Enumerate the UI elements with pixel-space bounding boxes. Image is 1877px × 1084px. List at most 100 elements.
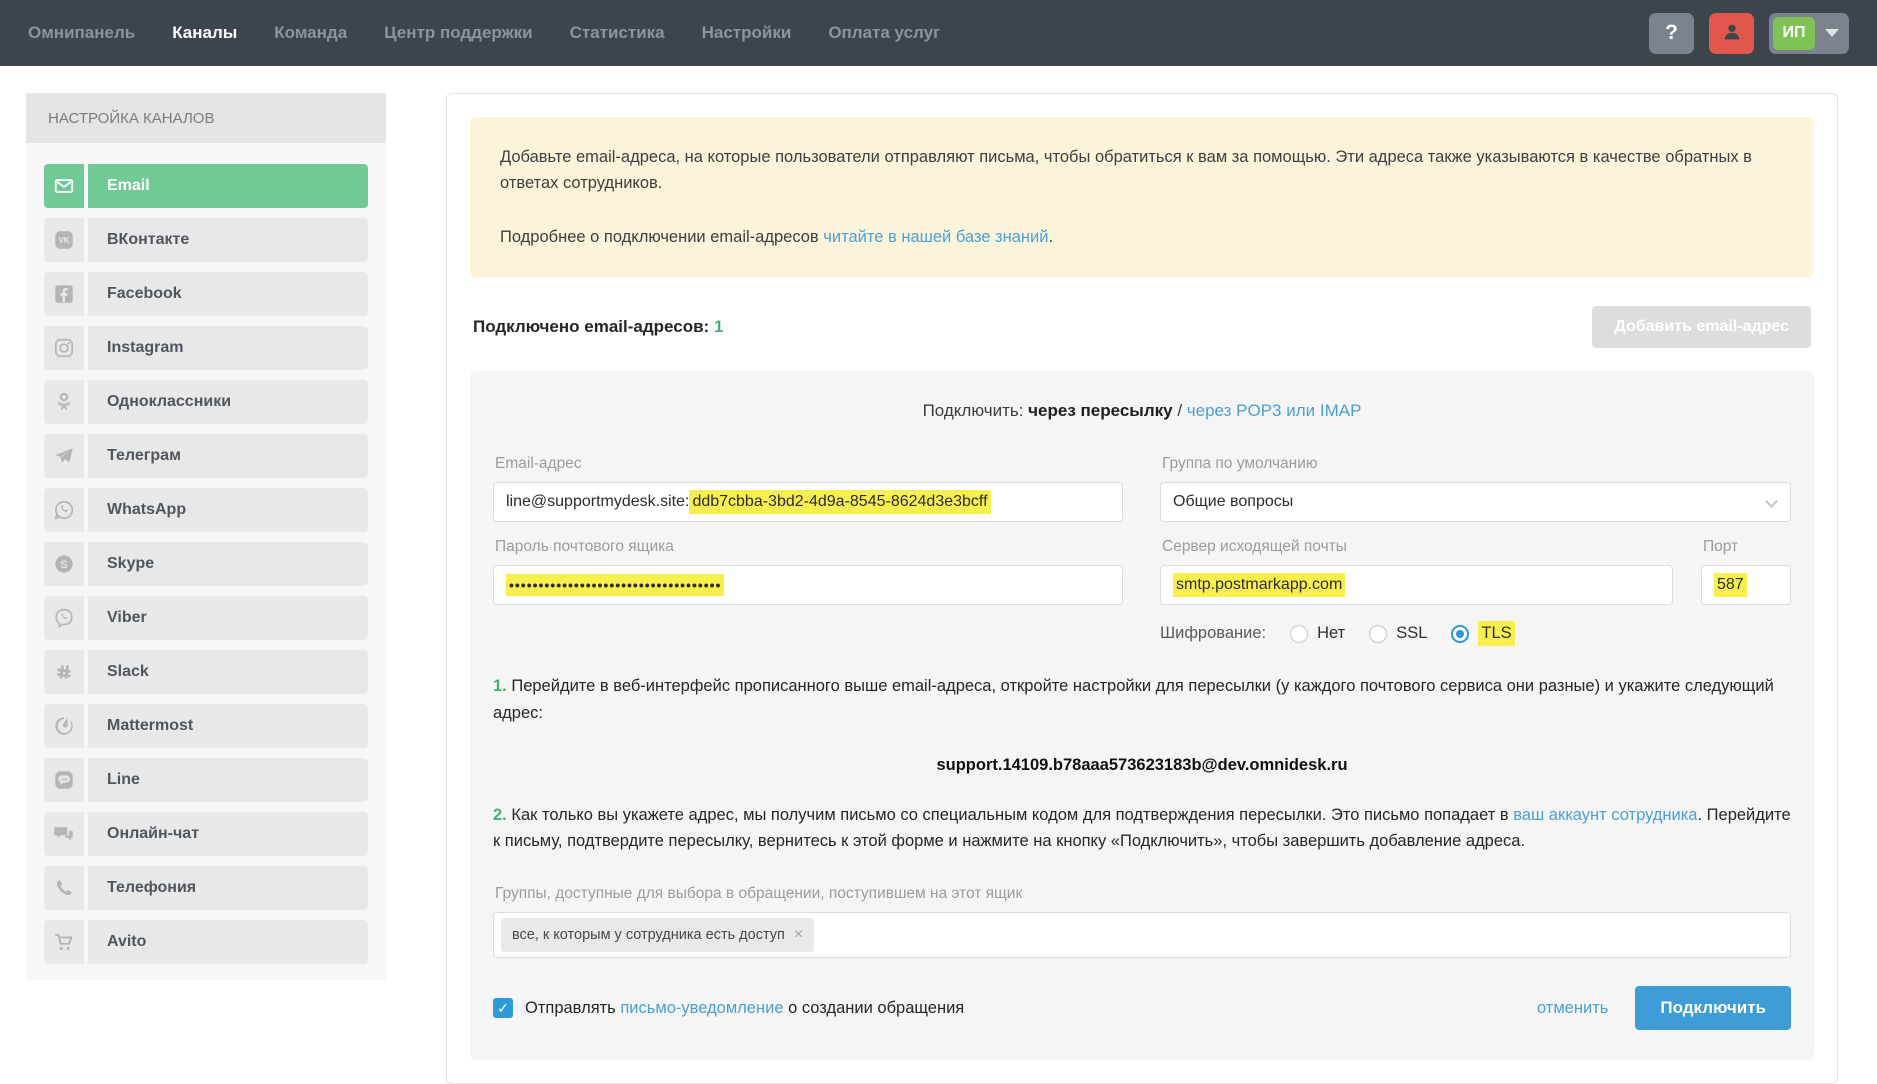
channel-label: Line [88,758,368,802]
sidebar-item-email[interactable]: Email [44,164,368,208]
connect-mode-tabs: Подключить: через пересылку / через POP3… [493,401,1791,421]
nav-item-центр-поддержки[interactable]: Центр поддержки [384,23,532,43]
group-tag-label: все, к которым у сотрудника есть доступ [512,927,785,943]
page-layout: НАСТРОЙКА КАНАЛОВ Email VK ВКонтакте Facebo… [0,66,1877,1084]
encryption-label: Шифрование: [1160,624,1266,643]
cancel-link[interactable]: отменить [1537,999,1608,1018]
channel-label: Instagram [88,326,368,370]
default-group-select[interactable]: Общие вопросы [1160,482,1791,522]
sidebar-item-вконтакте[interactable]: VK ВКонтакте [44,218,368,262]
sidebar-item-whatsapp[interactable]: WhatsApp [44,488,368,532]
password-field-label: Пароль почтового ящика [495,538,1121,556]
forwarding-address: support.14109.b78aaa573623183b@dev.omnid… [493,756,1791,775]
nav-item-статистика[interactable]: Статистика [570,23,665,43]
svg-text:VK: VK [59,236,70,245]
sidebar-item-avito[interactable]: Avito [44,920,368,964]
notify-checkbox[interactable]: ✓ [493,998,513,1018]
sidebar-item-line[interactable]: LINE Line [44,758,368,802]
nav-item-настройки[interactable]: Настройки [702,23,792,43]
notify-label: Отправлять письмо-уведомление о создании… [525,999,964,1018]
step-1-number: 1. [493,677,507,695]
form-grid: Email-адрес line@supportmydesk.site:ddb7… [493,439,1791,646]
phone-icon [44,866,88,910]
group-field-label: Группа по умолчанию [1162,455,1789,473]
channel-label: ВКонтакте [88,218,368,262]
radio-icon [1369,625,1387,643]
account-button[interactable] [1709,13,1754,54]
connect-button[interactable]: Подключить [1635,986,1791,1030]
sidebar-item-facebook[interactable]: Facebook [44,272,368,316]
email-connect-form: Подключить: через пересылку / через POP3… [470,371,1814,1060]
sidebar-item-viber[interactable]: Viber [44,596,368,640]
sidebar-item-онлайн-чат[interactable]: Онлайн-чат [44,812,368,856]
user-menu[interactable]: ИП [1769,13,1849,54]
connected-label: Подключено email-адресов: 1 [473,317,723,337]
telegram-icon [44,434,88,478]
channel-label: WhatsApp [88,488,368,532]
info-text-2-suffix: . [1048,228,1053,246]
remove-tag-icon[interactable]: × [794,926,803,944]
channel-label: Viber [88,596,368,640]
vk-icon: VK [44,218,88,262]
channel-label: Slack [88,650,368,694]
form-col-right: Группа по умолчанию Общие вопросы Сервер… [1160,439,1791,646]
sidebar-item-телеграм[interactable]: Телеграм [44,434,368,478]
password-input[interactable]: •••••••••••••••••••••••••••••••••••• [493,565,1123,605]
line-icon: LINE [44,758,88,802]
add-email-button[interactable]: Добавить email-адрес [1592,306,1811,348]
encryption-radio-нет[interactable]: Нет [1290,624,1345,643]
form-actions-row: ✓ Отправлять письмо-уведомление о создан… [493,986,1791,1030]
server-field-label: Сервер исходящей почты [1162,538,1671,556]
channel-label: Skype [88,542,368,586]
chevron-down-icon [1765,495,1778,508]
info-box: Добавьте email-адреса, на которые пользо… [470,117,1814,277]
form-col-left: Email-адрес line@supportmydesk.site:ddb7… [493,439,1123,646]
connected-count: 1 [714,317,723,336]
svg-text:LINE: LINE [60,778,68,782]
channel-label: Телефония [88,866,368,910]
sidebar-title: НАСТРОЙКА КАНАЛОВ [26,93,386,143]
main-panel: Добавьте email-адреса, на которые пользо… [446,93,1838,1084]
groups-tag-input[interactable]: все, к которым у сотрудника есть доступ … [493,912,1791,958]
viber-icon [44,596,88,640]
encryption-radio-tls[interactable]: TLS [1451,621,1514,646]
info-text-2: Подробнее о подключении email-адресов чи… [500,224,1784,250]
nav-item-команда[interactable]: Команда [274,23,347,43]
port-input[interactable]: 587 [1701,565,1791,605]
sidebar-item-mattermost[interactable]: Mattermost [44,704,368,748]
notification-letter-link[interactable]: письмо-уведомление [620,999,783,1017]
nav-item-оплата-услуг[interactable]: Оплата услуг [828,23,940,43]
email-field-label: Email-адрес [495,455,1121,473]
help-button[interactable]: ? [1649,13,1694,54]
sidebar-item-slack[interactable]: Slack [44,650,368,694]
channel-label: Онлайн-чат [88,812,368,856]
sidebar-item-instagram[interactable]: Instagram [44,326,368,370]
tab-forwarding[interactable]: через пересылку [1028,401,1172,420]
port-field-label: Порт [1703,538,1789,556]
knowledge-base-link[interactable]: читайте в нашей базе знаний [823,228,1048,246]
tab-pop3-imap[interactable]: через POP3 или IMAP [1187,401,1362,420]
radio-selected-icon [1451,625,1469,643]
email-value-highlighted: ddb7cbba-3bd2-4d9a-8545-8624d3e3bcff [689,490,990,514]
nav-menu: Омнипанель Каналы Команда Центр поддержки Ст… [28,23,940,43]
notify-text-a: Отправлять [525,999,620,1017]
nav-item-омнипанель[interactable]: Омнипанель [28,23,135,43]
step-1: 1. Перейдите в веб-интерфейс прописанног… [493,673,1791,726]
nav-item-каналы[interactable]: Каналы [172,23,237,43]
encryption-radio-ssl[interactable]: SSL [1369,624,1427,643]
user-avatar: ИП [1773,17,1815,50]
sidebar-item-skype[interactable]: SSkype [44,542,368,586]
email-input[interactable]: line@supportmydesk.site:ddb7cbba-3bd2-4d… [493,482,1123,522]
staff-account-link[interactable]: ваш аккаунт сотрудника [1513,806,1697,824]
radio-label: Нет [1317,624,1345,643]
sidebar-item-одноклассники[interactable]: Одноклассники [44,380,368,424]
sidebar-item-телефония[interactable]: Телефония [44,866,368,910]
instagram-icon [44,326,88,370]
info-text: Добавьте email-адреса, на которые пользо… [500,144,1784,197]
step-2: 2. Как только вы укажете адрес, мы получ… [493,802,1791,855]
encryption-options: Нет SSL TLS [1290,621,1515,646]
smtp-server-input[interactable]: smtp.postmarkapp.com [1160,565,1673,605]
top-nav: Омнипанель Каналы Команда Центр поддержки Ст… [0,0,1877,66]
server-value-highlighted: smtp.postmarkapp.com [1173,573,1345,597]
step-2-text-a: Как только вы укажете адрес, мы получим … [507,806,1513,824]
